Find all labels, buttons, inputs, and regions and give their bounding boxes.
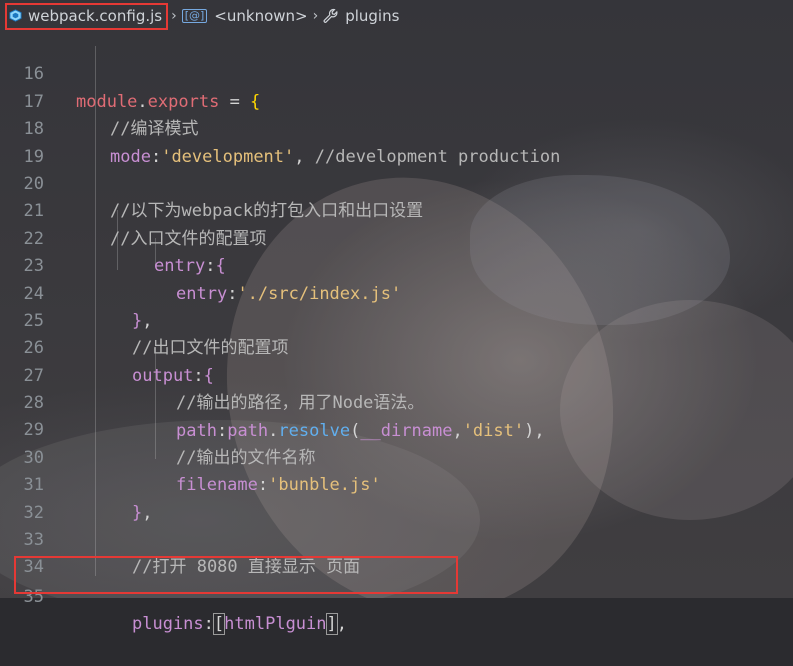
chevron-right-icon: › — [171, 8, 177, 24]
breadcrumb-file[interactable]: webpack.config.js — [4, 2, 169, 30]
wrench-icon — [323, 8, 338, 23]
breadcrumb-section-label: plugins — [345, 7, 400, 25]
code-editor[interactable]: 16 module.exports = { 17 //编译模式 18 mode:… — [0, 34, 793, 636]
code-line: 33 //打开 8080 直接显示 页面 — [0, 500, 793, 577]
token: htmlPlguin — [224, 614, 327, 635]
code-line: 18 mode:'development', //development pro… — [0, 89, 793, 166]
chevron-right-icon: › — [312, 8, 319, 24]
variable-icon: [@] — [181, 9, 208, 23]
code-line: 17 //编译模式 — [0, 61, 793, 139]
code-line: 27 //输出的路径，用了Node语法。 — [0, 335, 793, 413]
breadcrumb-file-label: webpack.config.js — [28, 6, 163, 25]
code-line: 28 path:path.resolve(__dirname,'dist'), — [0, 363, 793, 440]
code-line: 20 //以下为webpack的打包入口和出口设置 — [0, 144, 793, 221]
code-line: 31 }, — [0, 445, 793, 522]
webpack-cube-icon — [9, 9, 22, 22]
code-line: 26 output:{ — [0, 308, 793, 385]
code-line: 32 — [0, 472, 793, 523]
breadcrumb-symbol[interactable]: [@] <unknown> — [181, 7, 308, 25]
code-line: 30 filename:'bunble.js' — [0, 417, 793, 495]
code-line: 25 //出口文件的配置项 — [0, 281, 793, 358]
breadcrumb-symbol-label: <unknown> — [214, 7, 308, 25]
code-line: 23 entry:'./src/index.js' — [0, 226, 793, 303]
code-line: 22 entry:{ — [0, 198, 793, 276]
highlight-annotation-box — [14, 556, 458, 594]
breadcrumb-section[interactable]: plugins — [323, 7, 399, 25]
token: plugins — [132, 614, 204, 635]
code-line: 16 module.exports = { — [0, 34, 793, 111]
breadcrumb: webpack.config.js › [@] <unknown> › plug… — [0, 0, 793, 32]
code-line: 24 }, — [0, 253, 793, 331]
code-line: 29 //输出的文件名称 — [0, 390, 793, 467]
code-line: 19 — [0, 116, 793, 167]
code-line: 34 — [0, 527, 793, 577]
code-line: 21 //入口文件的配置项 — [0, 171, 793, 248]
